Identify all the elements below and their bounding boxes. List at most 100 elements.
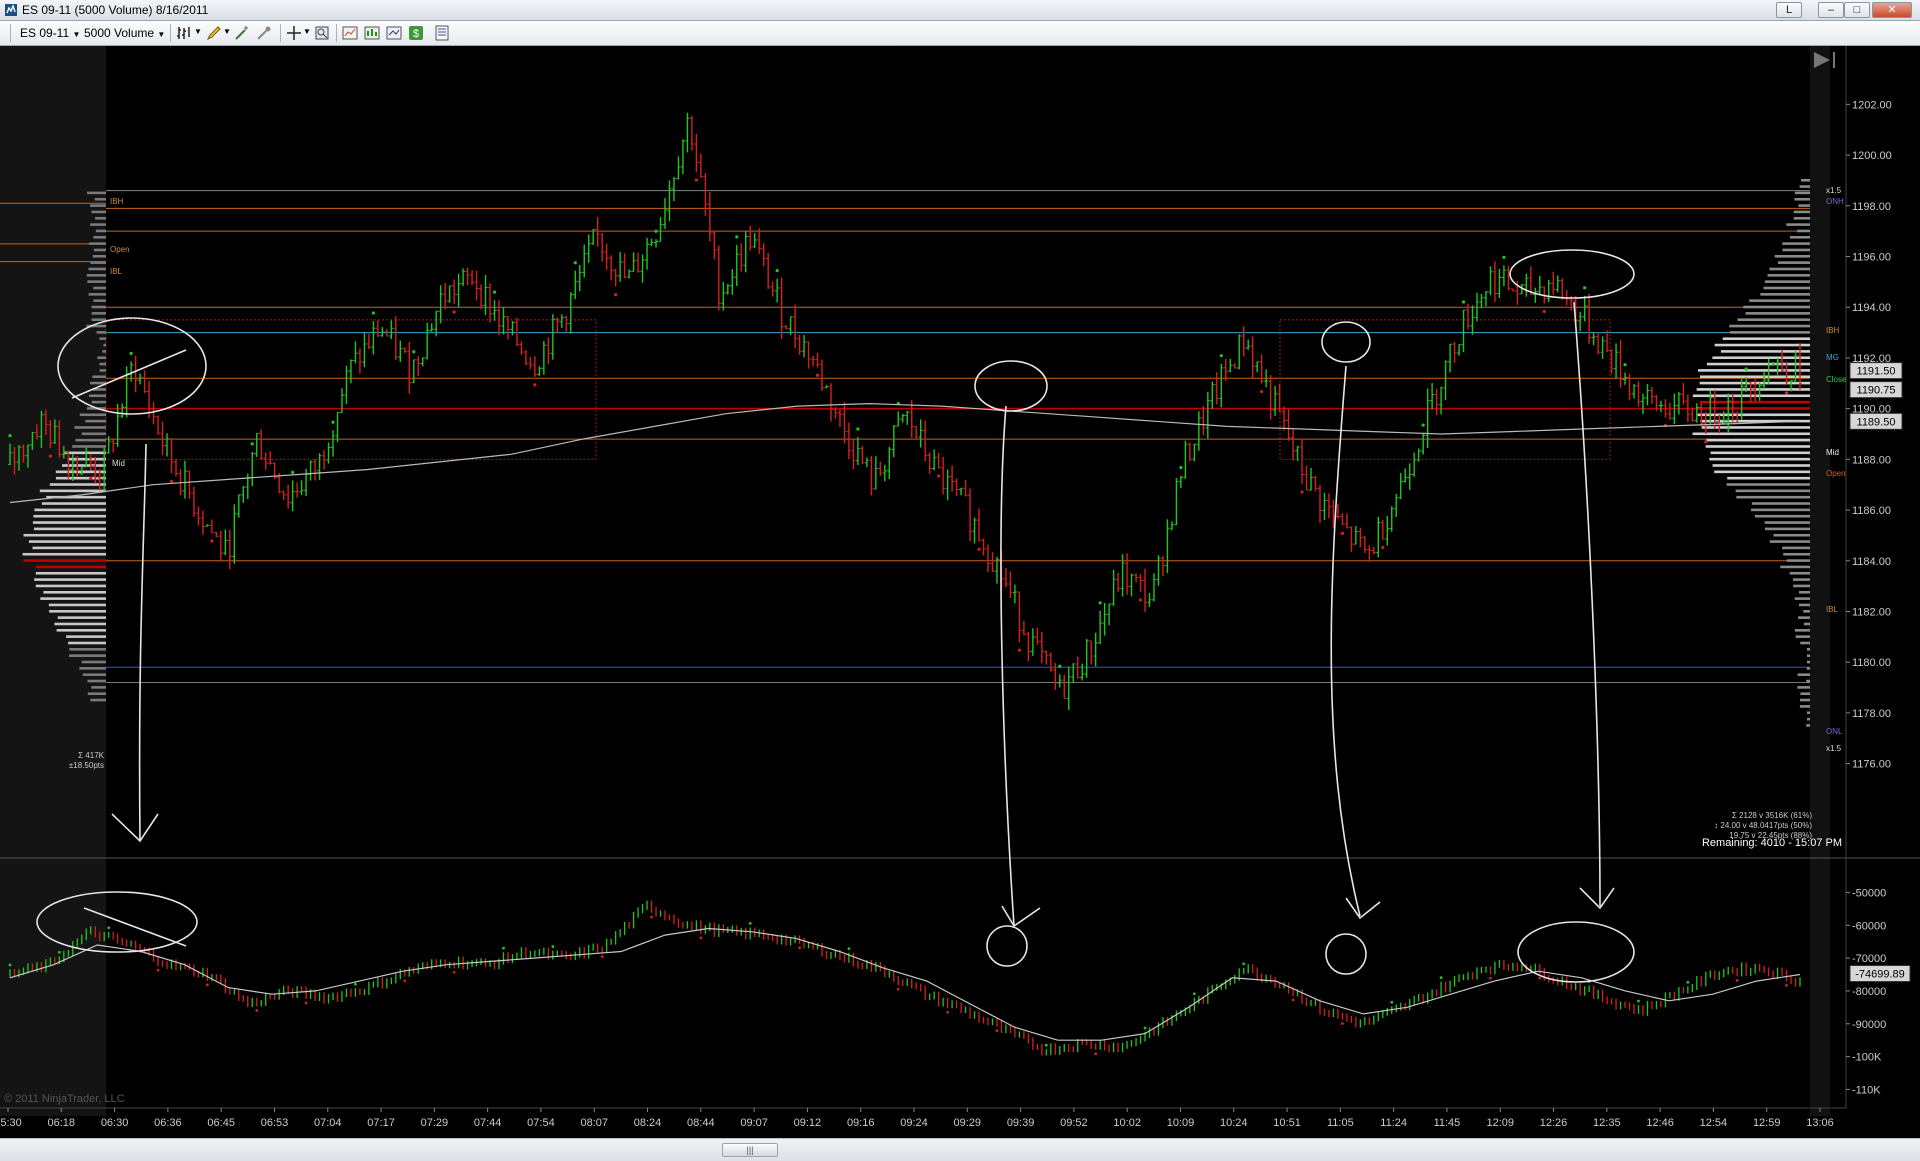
- bar-marker: [250, 442, 254, 446]
- profile-bar: [1764, 521, 1810, 524]
- profile-bar: [85, 419, 106, 423]
- profile-bar: [90, 698, 106, 702]
- profile-bar: [1712, 464, 1810, 467]
- profile-bar: [1782, 242, 1810, 245]
- time-axis-label: 13:06: [1806, 1117, 1834, 1129]
- profile-bar: [1793, 210, 1810, 214]
- properties-icon[interactable]: [434, 25, 450, 41]
- profile-bar: [90, 223, 106, 226]
- chevron-down-icon[interactable]: ▼: [303, 27, 311, 36]
- profile-bar: [1807, 717, 1810, 721]
- right-level-ibl: IBL: [1826, 605, 1839, 614]
- plus-minus-icon[interactable]: [256, 25, 272, 41]
- bar-marker: [1461, 300, 1466, 304]
- time-axis-label: 11:45: [1434, 1117, 1461, 1129]
- profile-bar: [103, 343, 106, 347]
- price-axis-label: 1186.00: [1852, 505, 1891, 517]
- profile-bar: [23, 559, 107, 562]
- price-axis-label: 1176.00: [1852, 759, 1891, 771]
- profile-bar: [1745, 312, 1810, 315]
- price-axis[interactable]: 1202.001200.001198.001196.001194.001192.…: [1846, 99, 1892, 771]
- chart-trader-icon[interactable]: [386, 25, 402, 41]
- profile-bar: [22, 552, 107, 556]
- bar-marker: [1260, 389, 1264, 394]
- time-axis-label: 10:02: [1113, 1117, 1141, 1129]
- zoom-icon[interactable]: [314, 25, 330, 41]
- price-axis-label: 1188.00: [1852, 454, 1891, 466]
- profile-bar: [32, 546, 106, 550]
- indicator-marker: [255, 1009, 259, 1012]
- strategy-icon[interactable]: [342, 25, 358, 41]
- profile-bar: [74, 426, 106, 429]
- profile-bar: [1789, 235, 1810, 239]
- profile-bar: [54, 622, 106, 626]
- annotation-layer: [36, 249, 1635, 983]
- chart-canvas[interactable]: IBH Open IBL Mid Σ 417K ±18.50pts x1.5 O…: [0, 46, 1920, 1138]
- profile-bar: [1786, 223, 1810, 226]
- close-button[interactable]: ✕: [1872, 2, 1912, 18]
- indicator-axis-label: -90000: [1852, 1019, 1886, 1031]
- profile-bar: [1729, 331, 1810, 334]
- time-axis-label: 06:53: [261, 1117, 289, 1129]
- profile-bar: [95, 216, 106, 220]
- link-button[interactable]: L: [1776, 2, 1802, 18]
- maximize-button[interactable]: □: [1844, 2, 1870, 18]
- bar-marker: [89, 476, 93, 481]
- time-axis[interactable]: 05:30 06:18 06:30 06:36 06:45 06:53 07:04 07:17…: [0, 1108, 1834, 1129]
- chart-area[interactable]: IBH Open IBL Mid Σ 417K ±18.50pts x1.5 O…: [0, 46, 1920, 1138]
- profile-bar: [33, 514, 106, 518]
- profile-bar: [28, 540, 107, 543]
- profile-bar: [1789, 571, 1810, 575]
- time-axis-label: 10:24: [1220, 1117, 1248, 1129]
- annotation-arrow: [1000, 405, 1041, 928]
- profile-bar: [75, 438, 106, 442]
- profile-bar: [49, 610, 106, 613]
- bar-marker: [533, 383, 537, 387]
- chevron-down-icon[interactable]: ▼: [223, 27, 231, 36]
- title-bar: ES 09-11 (5000 Volume) 8/16/2011 L – □ ✕: [0, 0, 1920, 21]
- profile-bar: [99, 369, 106, 372]
- indicator-marker: [1686, 980, 1690, 984]
- horizontal-scrollbar[interactable]: |||: [0, 1138, 1920, 1161]
- interval-selector[interactable]: 5000 Volume ▼: [80, 24, 169, 42]
- profile-bar: [1710, 451, 1810, 455]
- toolbar-separator: [280, 24, 281, 42]
- stats-line-1: Σ 2128 v 3516K (61%): [1732, 811, 1812, 820]
- right-level-x15-top: x1.5: [1826, 186, 1842, 195]
- window-title: ES 09-11 (5000 Volume) 8/16/2011: [22, 3, 209, 17]
- dollar-icon[interactable]: $: [408, 25, 424, 41]
- profile-bar: [97, 356, 106, 360]
- profile-bar: [1794, 197, 1810, 201]
- bar-marker: [694, 178, 698, 182]
- profile-bar: [1751, 502, 1810, 505]
- session-levels: [0, 190, 1810, 683]
- profile-bar: [1695, 407, 1810, 410]
- price-axis-label: 1178.00: [1852, 708, 1891, 720]
- bar-type-icon[interactable]: [176, 25, 192, 41]
- profile-bar: [1800, 692, 1810, 696]
- indicator-marker: [107, 926, 111, 930]
- left-sum-range: ±18.50pts: [69, 761, 104, 770]
- bar-marker: [654, 229, 658, 233]
- scrollbar-thumb[interactable]: |||: [722, 1143, 778, 1157]
- right-profile-strip: [1810, 46, 1830, 1116]
- indicator-marker: [1489, 976, 1492, 980]
- indicator-axis[interactable]: -50000 -60000 -70000 -80000 -90000 -100K -110K…: [1846, 887, 1911, 1096]
- crosshair-icon[interactable]: [286, 25, 302, 41]
- indicator-icon[interactable]: [364, 25, 380, 41]
- pencil-draw-icon[interactable]: [206, 25, 222, 41]
- profile-bar: [1780, 565, 1810, 569]
- indicator-marker: [403, 979, 407, 983]
- minimize-button[interactable]: –: [1818, 2, 1844, 18]
- magic-wand-icon[interactable]: [234, 25, 250, 41]
- profile-bar: [1782, 546, 1810, 550]
- profile-bar: [1714, 470, 1810, 474]
- time-axis-label: 05:30: [0, 1117, 22, 1129]
- profile-bar: [1803, 622, 1810, 626]
- left-sum-volume: Σ 417K: [78, 751, 105, 760]
- instrument-selector[interactable]: ES 09-11 ▼: [16, 24, 84, 42]
- indicator-marker: [600, 955, 604, 959]
- chevron-down-icon[interactable]: ▼: [194, 27, 202, 36]
- time-axis-label: 06:45: [207, 1117, 235, 1129]
- profile-bar: [93, 299, 106, 302]
